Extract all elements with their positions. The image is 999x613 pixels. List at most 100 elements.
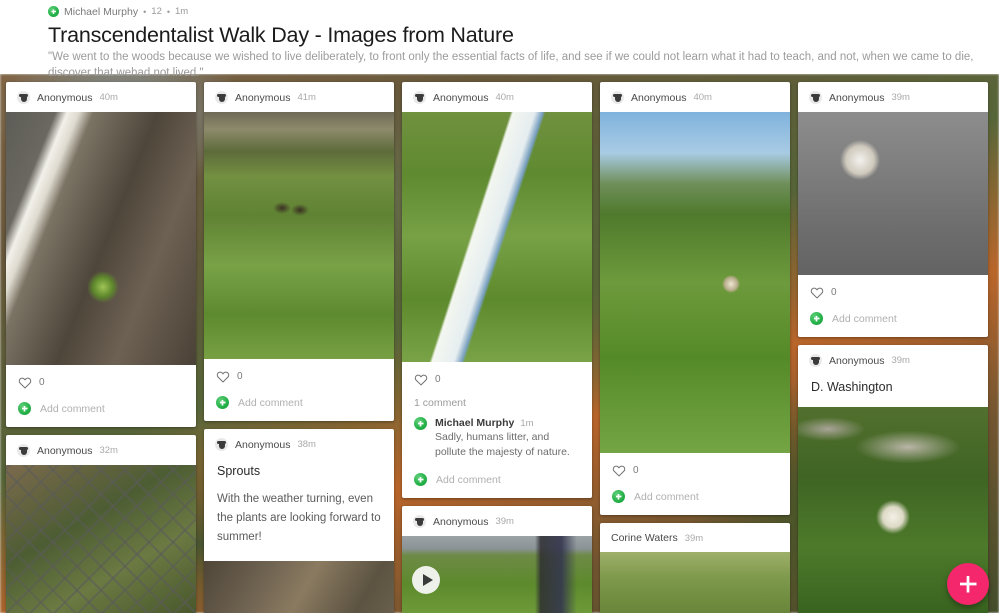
post-card[interactable]: Anonymous 39m: [402, 506, 592, 613]
board-column-5: Anonymous 39m 0 Add comment Anonymous 39…: [798, 82, 988, 613]
milk-carton-litter-photo[interactable]: [402, 112, 592, 362]
like-count: 0: [237, 370, 243, 382]
card-time: 39m: [891, 355, 910, 366]
current-user-avatar-icon: [216, 396, 229, 409]
card-header: Anonymous 39m: [798, 82, 988, 112]
anonymous-avatar-icon: [809, 354, 822, 367]
card-author: Anonymous: [433, 91, 489, 104]
anonymous-avatar-icon: [17, 91, 30, 104]
card-author: Anonymous: [829, 354, 885, 367]
baseball-shoe-photo[interactable]: [798, 112, 988, 275]
anonymous-avatar-icon: [611, 91, 624, 104]
byline-bullet-1: •: [143, 6, 147, 17]
geese-lawn-photo[interactable]: [204, 112, 394, 359]
card-time: 41m: [297, 92, 316, 103]
mulch-sprout-photo[interactable]: [6, 112, 196, 365]
card-time: 39m: [891, 92, 910, 103]
current-user-avatar-icon: [414, 473, 427, 486]
post-card[interactable]: Anonymous 41m 0 Add comment: [204, 82, 394, 421]
post-card[interactable]: Anonymous 40m 0 Add comment: [600, 82, 790, 515]
add-comment-input[interactable]: Add comment: [832, 313, 897, 325]
add-comment-row[interactable]: Add comment: [810, 301, 976, 327]
card-header: Anonymous 39m: [402, 506, 592, 536]
like-button[interactable]: 0: [810, 283, 976, 301]
add-comment-row[interactable]: Add comment: [612, 479, 778, 505]
board-column-3: Anonymous 40m 0 1 comment Michael Murphy…: [402, 82, 592, 613]
anonymous-avatar-icon: [413, 91, 426, 104]
card-author: Corine Waters: [611, 532, 678, 544]
heart-icon: [810, 287, 824, 299]
post-card[interactable]: Anonymous 39m 0 Add comment: [798, 82, 988, 337]
card-footer: 0 Add comment: [6, 365, 196, 427]
card-time: 39m: [684, 532, 704, 544]
gallery-page: Michael Murphy • 12 • 1m Transcendentali…: [0, 0, 999, 613]
card-title: D. Washington: [811, 380, 893, 394]
heart-icon: [414, 374, 428, 386]
card-title: Sprouts: [217, 464, 261, 478]
card-header: Anonymous 40m: [6, 82, 196, 112]
add-comment-input[interactable]: Add comment: [238, 397, 303, 409]
post-card[interactable]: Corine Waters 39m: [600, 523, 790, 613]
card-time: 32m: [99, 445, 118, 456]
post-card[interactable]: Anonymous 40m 0 1 comment Michael Murphy…: [402, 82, 592, 498]
card-footer: 0 Add comment: [600, 453, 790, 515]
current-user-avatar-icon: [18, 402, 31, 415]
commenter-avatar-icon: [414, 417, 427, 430]
mulch-bed-photo[interactable]: [204, 561, 394, 613]
add-comment-row[interactable]: Add comment: [216, 385, 382, 411]
board-column-1: Anonymous 40m 0 Add comment Anonymous 32…: [6, 82, 196, 613]
post-description: "We went to the woods because we wished …: [48, 51, 974, 79]
soccer-field-ball-photo[interactable]: [600, 112, 790, 453]
card-author: Anonymous: [235, 438, 291, 451]
card-author: Anonymous: [433, 515, 489, 528]
card-footer: 0 Add comment: [798, 275, 988, 337]
card-time: 40m: [99, 92, 118, 103]
plus-icon: [959, 575, 977, 593]
masonry-board: Anonymous 40m 0 Add comment Anonymous 32…: [0, 82, 999, 613]
soccer-video-thumbnail[interactable]: [402, 536, 592, 613]
add-comment-input[interactable]: Add comment: [634, 491, 699, 503]
board-column-4: Anonymous 40m 0 Add comment Corine Water…: [600, 82, 790, 613]
like-button[interactable]: 0: [612, 461, 778, 479]
view-count: 12: [151, 6, 162, 17]
card-time: 38m: [297, 439, 316, 450]
heart-icon: [216, 371, 230, 383]
post-card[interactable]: Anonymous 38m Sprouts With the weather t…: [204, 429, 394, 613]
card-time: 40m: [495, 92, 514, 103]
add-comment-input[interactable]: Add comment: [436, 474, 501, 486]
anonymous-avatar-icon: [215, 91, 228, 104]
treeline-photo[interactable]: [600, 552, 790, 613]
fence-vine-photo[interactable]: [6, 465, 196, 613]
like-button[interactable]: 0: [18, 373, 184, 391]
heart-icon: [18, 377, 32, 389]
comment-body: Michael Murphy 1m Sadly, humans litter, …: [435, 417, 580, 460]
post-header: Michael Murphy • 12 • 1m Transcendentali…: [0, 0, 999, 79]
comment-text: Sadly, humans litter, and pollute the ma…: [435, 431, 570, 458]
add-comment-input[interactable]: Add comment: [40, 403, 105, 415]
post-time: 1m: [175, 6, 189, 17]
card-header: Anonymous 40m: [402, 82, 592, 112]
card-header: Anonymous 38m: [204, 429, 394, 459]
like-count: 0: [633, 464, 639, 476]
like-button[interactable]: 0: [216, 367, 382, 385]
add-post-fab[interactable]: [947, 563, 989, 605]
anonymous-avatar-icon: [215, 438, 228, 451]
byline-bullet-2: •: [166, 6, 171, 17]
post-card[interactable]: Anonymous 40m 0 Add comment: [6, 82, 196, 427]
add-comment-row[interactable]: Add comment: [414, 462, 580, 488]
play-icon[interactable]: [412, 566, 440, 594]
card-author: Anonymous: [37, 444, 93, 457]
card-footer: 0 Add comment: [204, 359, 394, 421]
current-user-avatar-icon: [612, 490, 625, 503]
current-user-avatar-icon: [810, 312, 823, 325]
heart-icon: [612, 465, 626, 477]
card-author: Anonymous: [37, 91, 93, 104]
add-comment-row[interactable]: Add comment: [18, 391, 184, 417]
page-title: Transcendentalist Walk Day - Images from…: [48, 23, 514, 47]
like-count: 0: [39, 376, 45, 388]
like-button[interactable]: 0: [414, 370, 580, 388]
author-avatar-icon: [48, 6, 59, 17]
post-card[interactable]: Anonymous 32m: [6, 435, 196, 613]
anonymous-avatar-icon: [809, 91, 822, 104]
card-header: Anonymous 32m: [6, 435, 196, 465]
